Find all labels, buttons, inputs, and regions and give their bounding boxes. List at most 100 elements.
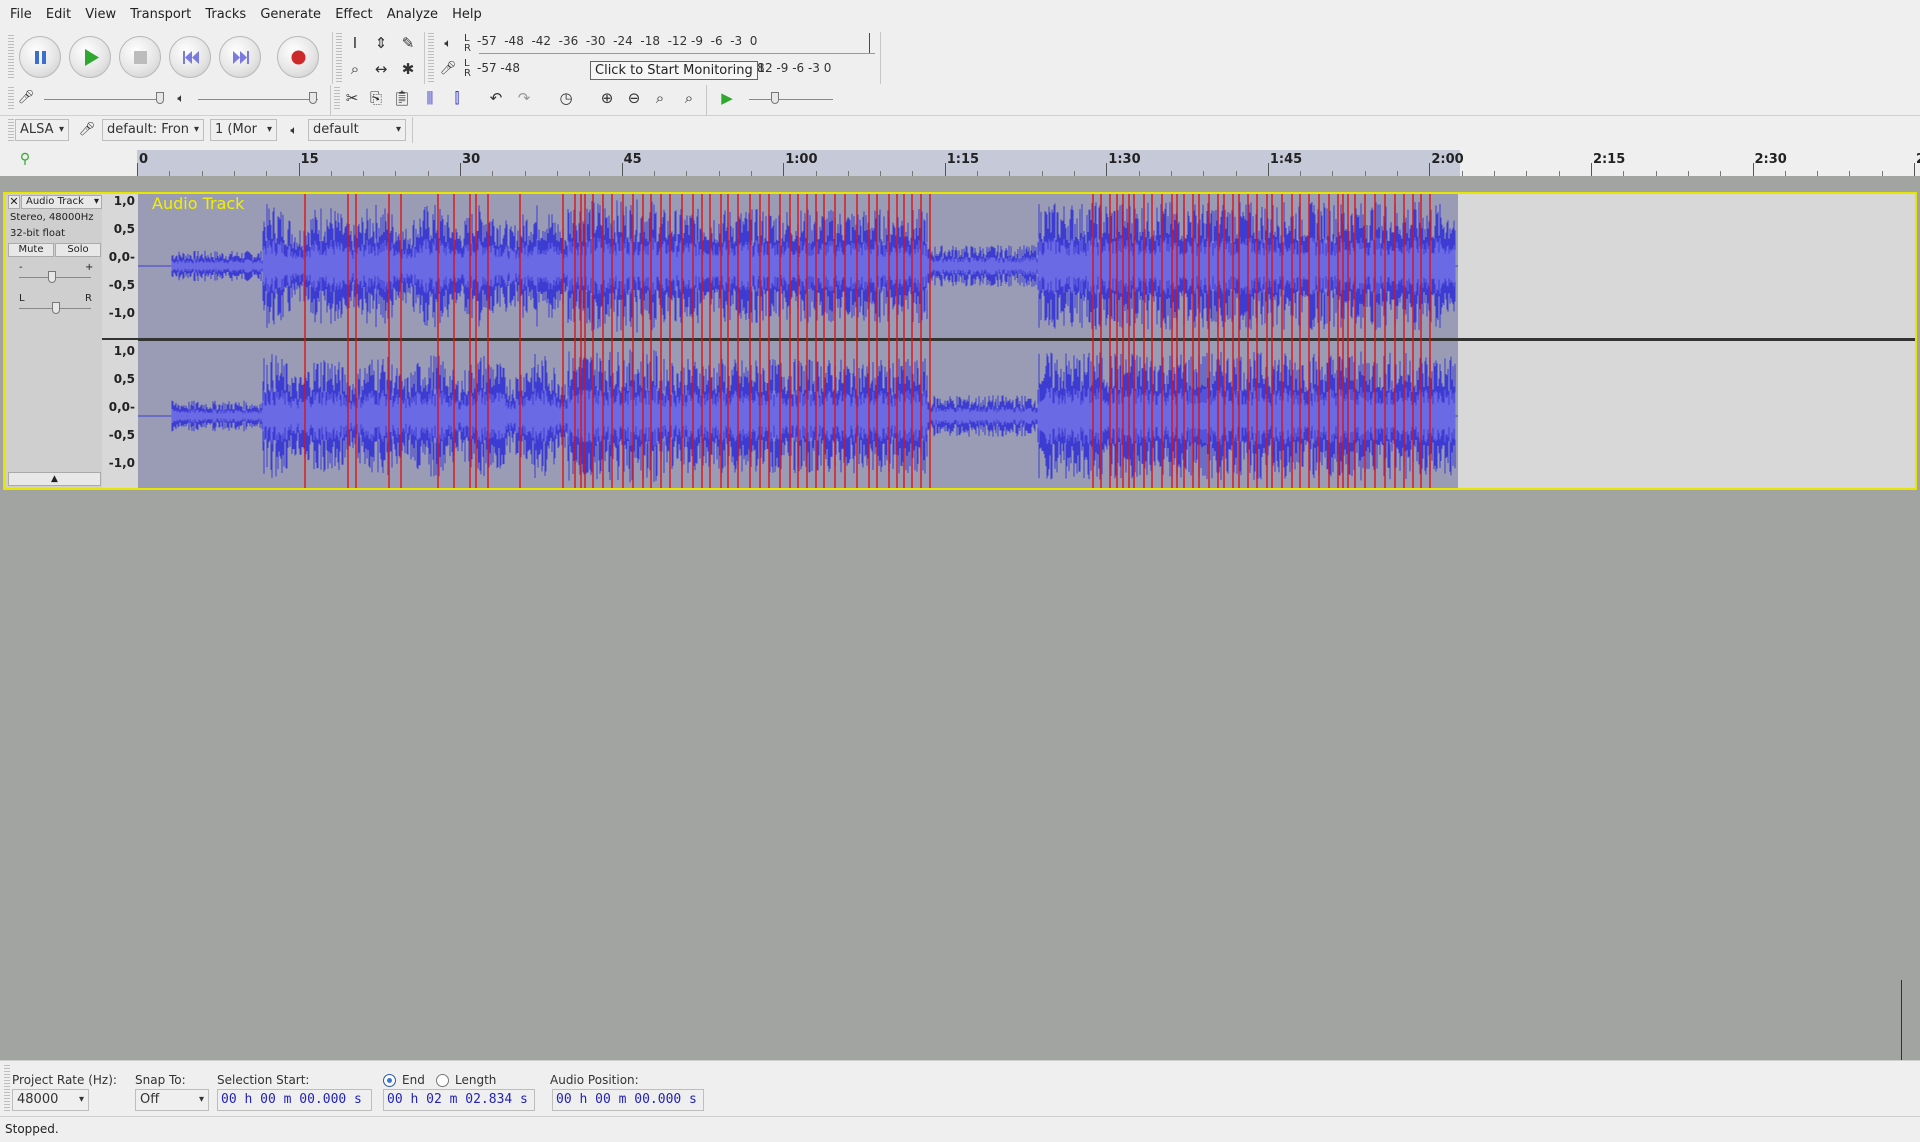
sync-lock-icon[interactable]: ◷	[555, 87, 577, 109]
recording-meter-scale-left[interactable]: -57 -48	[477, 61, 520, 75]
playback-volume-slider[interactable]	[309, 92, 317, 104]
status-bar: Stopped.	[0, 1116, 1920, 1142]
zoom-in-icon[interactable]: ⊕	[596, 87, 618, 109]
recording-device-select[interactable]: default: Fron ▾	[102, 119, 204, 141]
selection-start-field[interactable]: 00 h 00 m 00.000 s	[217, 1089, 372, 1111]
ruler-major-tick	[783, 163, 785, 176]
play-at-speed-icon[interactable]: ▶	[716, 87, 738, 109]
selection-end-value: 00 h 02 m 02.834 s	[387, 1092, 528, 1107]
draw-tool-icon[interactable]: ✎	[397, 32, 419, 54]
ruler-minor-tick	[750, 171, 752, 176]
toolbar-grip[interactable]	[4, 1065, 10, 1111]
ruler-major-tick	[460, 163, 462, 176]
ruler-minor-tick	[1558, 171, 1560, 176]
trim-icon[interactable]: ⫼	[419, 87, 441, 109]
ruler-tick-label: 1:30	[1108, 152, 1141, 167]
ruler-minor-tick	[233, 171, 235, 176]
recording-volume-slider[interactable]	[156, 92, 164, 104]
menu-transport[interactable]: Transport	[130, 7, 191, 22]
menu-edit[interactable]: Edit	[46, 7, 71, 22]
multi-tool-icon[interactable]: ✱	[397, 58, 419, 80]
envelope-tool-icon[interactable]: ⇕	[370, 32, 392, 54]
menu-help[interactable]: Help	[452, 7, 482, 22]
track-menu-button[interactable]: Audio Track ▾	[21, 195, 102, 209]
snap-to-select[interactable]: Off ▾	[135, 1089, 209, 1111]
stop-button[interactable]	[119, 36, 161, 78]
menu-effect[interactable]: Effect	[335, 7, 372, 22]
play-button[interactable]	[69, 36, 111, 78]
play-speed-slider[interactable]	[771, 92, 779, 104]
record-button[interactable]	[277, 36, 319, 78]
ruler-tick-label: 15	[300, 152, 319, 167]
toolbar-grip[interactable]	[8, 119, 14, 141]
pan-slider[interactable]	[52, 302, 60, 314]
amplitude-label: 1,0	[113, 344, 135, 358]
selection-end-field[interactable]: 00 h 02 m 02.834 s	[383, 1089, 535, 1111]
zoom-out-icon[interactable]: ⊖	[623, 87, 645, 109]
play-icon	[85, 49, 99, 66]
end-radio[interactable]	[383, 1074, 396, 1087]
toolbar-grip[interactable]	[336, 33, 342, 83]
collapse-track-button[interactable]: ▲	[8, 472, 101, 486]
ruler-tick-label: 2:00	[1431, 152, 1464, 167]
pause-icon	[35, 51, 46, 64]
vertical-ruler: 1,0 0,5 0,0- -0,5 -1,0 1,0 0,5 0,0- -0,5 -1,0	[102, 194, 138, 488]
ruler-major-tick	[621, 163, 623, 176]
menu-analyze[interactable]: Analyze	[387, 7, 438, 22]
solo-button[interactable]: Solo	[55, 243, 101, 257]
redo-icon[interactable]: ↷	[513, 87, 535, 109]
cut-icon[interactable]: ✂	[341, 87, 363, 109]
waveform-area[interactable]	[138, 194, 1915, 488]
pause-button[interactable]	[19, 36, 61, 78]
mute-button[interactable]: Mute	[8, 243, 54, 257]
track-info-depth: 32-bit float	[10, 228, 66, 239]
copy-icon[interactable]: ⎘	[365, 87, 387, 109]
toolbar-grip[interactable]	[334, 87, 340, 109]
playback-device-select[interactable]: default ▾	[308, 119, 406, 141]
zoom-tool-icon[interactable]: ⌕	[344, 58, 366, 80]
recording-meter-scale-right[interactable]: -12 -9 -6 -3 0	[753, 61, 831, 75]
ruler-minor-tick	[1720, 171, 1722, 176]
ruler-minor-tick	[1784, 171, 1786, 176]
speaker-icon[interactable]: 🔈︎	[437, 32, 459, 54]
playback-meter[interactable]: -57 -48 -42 -36 -30 -24 -18 -12 -9 -6 -3…	[477, 34, 877, 48]
microphone-icon[interactable]: 🎤︎	[437, 58, 459, 80]
fit-selection-icon[interactable]: ⌕	[649, 87, 671, 109]
ruler-minor-tick	[880, 171, 882, 176]
monitor-tooltip: Click to Start Monitoring	[590, 61, 758, 80]
amplitude-label: -0,5	[108, 428, 135, 442]
audio-track[interactable]: ✕ Audio Track ▾ Stereo, 48000Hz 32-bit f…	[3, 192, 1917, 490]
project-rate-select[interactable]: 48000 ▾	[12, 1089, 89, 1111]
close-track-icon[interactable]: ✕	[8, 195, 20, 209]
length-radio[interactable]	[436, 1074, 449, 1087]
undo-icon[interactable]: ↶	[485, 87, 507, 109]
menu-file[interactable]: File	[10, 7, 32, 22]
ruler-minor-tick	[201, 171, 203, 176]
selection-tool-icon[interactable]: I	[344, 32, 366, 54]
menu-tracks[interactable]: Tracks	[205, 7, 246, 22]
skip-to-end-button[interactable]	[219, 36, 261, 78]
toolbar-grip[interactable]	[428, 33, 434, 83]
menu-view[interactable]: View	[85, 7, 116, 22]
paste-icon[interactable]: 📋︎	[391, 87, 413, 109]
skip-to-start-button[interactable]	[169, 36, 211, 78]
audio-host-select[interactable]: ALSA ▾	[15, 119, 69, 141]
fit-project-icon[interactable]: ⌕	[678, 87, 700, 109]
end-radio-label: End	[402, 1073, 425, 1087]
audio-position-field[interactable]: 00 h 00 m 00.000 s	[552, 1089, 704, 1111]
timeline-ruler[interactable]: ⚲ 0 15 30 45 1:00 1:15 1:30 1:45 2:00 2:15 2:30 2:4…	[0, 143, 1920, 176]
timeshift-tool-icon[interactable]: ↔	[370, 58, 392, 80]
toolbar-grip[interactable]	[8, 35, 14, 79]
toolbar-grip[interactable]	[8, 87, 14, 109]
project-rate-label: Project Rate (Hz):	[12, 1073, 117, 1087]
audio-position-label: Audio Position:	[550, 1073, 639, 1087]
pin-icon[interactable]: ⚲	[14, 148, 36, 170]
gain-slider[interactable]	[48, 271, 56, 283]
silence-icon[interactable]: ⫿	[446, 87, 468, 109]
ruler-minor-tick	[718, 171, 720, 176]
recording-channels-select[interactable]: 1 (Mor ▾	[210, 119, 277, 141]
menu-generate[interactable]: Generate	[260, 7, 321, 22]
amplitude-label: 0,5	[113, 222, 135, 236]
stop-icon	[134, 51, 147, 64]
meter-r-label: R	[464, 68, 471, 79]
